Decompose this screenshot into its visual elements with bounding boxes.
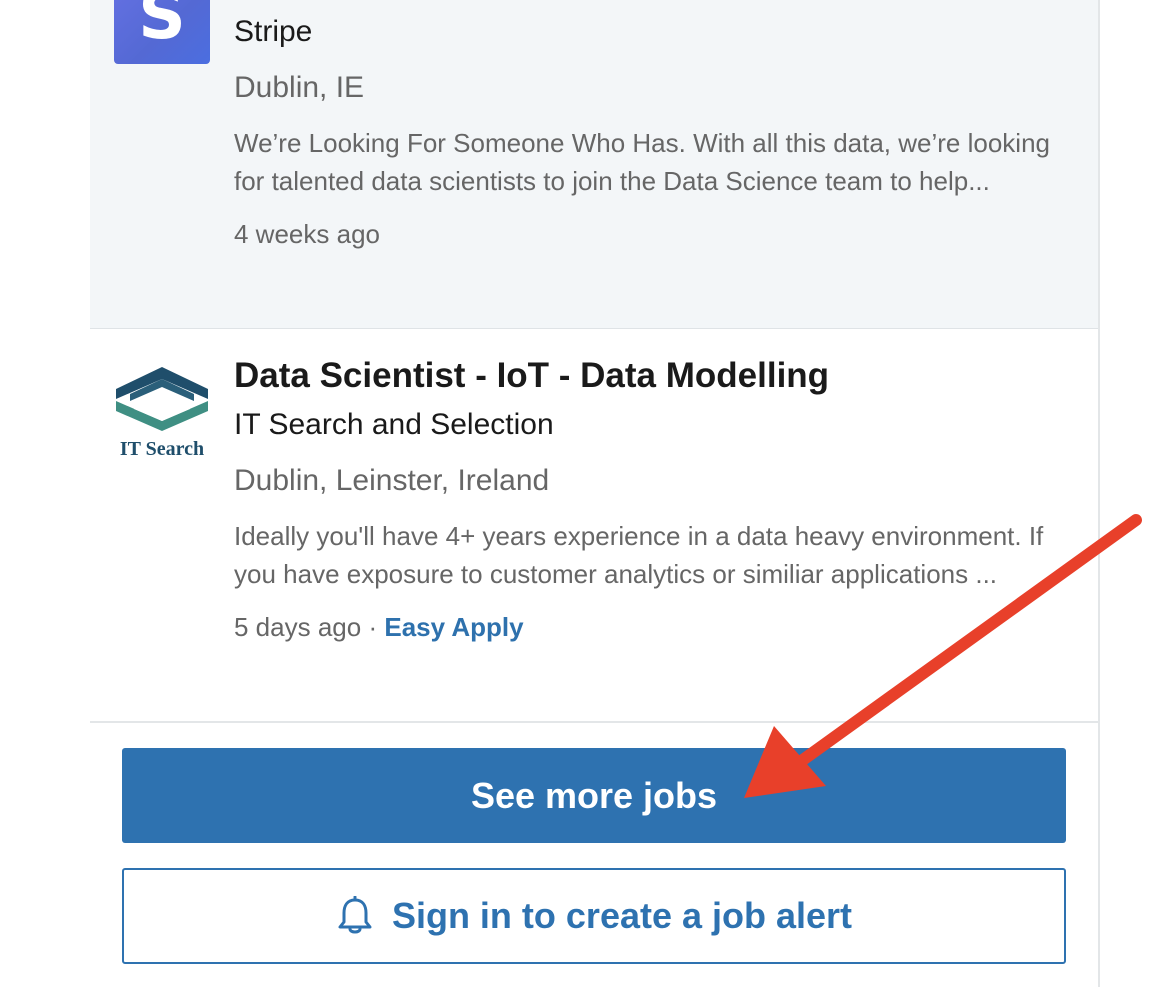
- see-more-jobs-button[interactable]: See more jobs: [122, 748, 1066, 843]
- job-location: Dublin, Leinster, Ireland: [234, 464, 550, 497]
- create-job-alert-label: Sign in to create a job alert: [391, 895, 853, 936]
- job-meta: 5 days ago · Easy Apply: [234, 611, 1074, 643]
- job-meta: 4 weeks ago: [234, 218, 1074, 250]
- job-posted-time: 4 weeks ago: [234, 219, 380, 249]
- it-search-logo: IT Search: [114, 363, 210, 461]
- job-title[interactable]: Data Scientist - IoT - Data Modelling: [234, 355, 1074, 397]
- it-search-logo-text: IT Search: [120, 438, 204, 460]
- job-company[interactable]: Stripe: [234, 14, 1074, 50]
- list-right-border: [1098, 0, 1100, 987]
- job-card-it-search[interactable]: IT Search Data Scientist - IoT - Data Mo…: [90, 329, 1098, 723]
- bell-icon: [338, 896, 372, 934]
- job-snippet: Ideally you'll have 4+ years experience …: [234, 521, 1044, 589]
- create-job-alert-button[interactable]: Sign in to create a job alert: [122, 868, 1066, 964]
- easy-apply-link[interactable]: Easy Apply: [384, 612, 523, 642]
- stripe-logo: S: [114, 0, 210, 64]
- job-snippet: We’re Looking For Someone Who Has. With …: [234, 128, 1051, 196]
- it-search-logo-mark: IT Search: [116, 367, 208, 460]
- job-posted-time: 5 days ago: [234, 612, 362, 642]
- meta-separator: ·: [368, 612, 378, 642]
- see-more-jobs-label: See more jobs: [470, 774, 718, 816]
- job-location: Dublin, IE: [234, 71, 365, 104]
- job-company[interactable]: IT Search and Selection: [234, 407, 1074, 443]
- stripe-logo-letter: S: [138, 0, 186, 54]
- job-card-stripe[interactable]: S Stripe Dublin, IE We’re Looking For So…: [90, 0, 1098, 329]
